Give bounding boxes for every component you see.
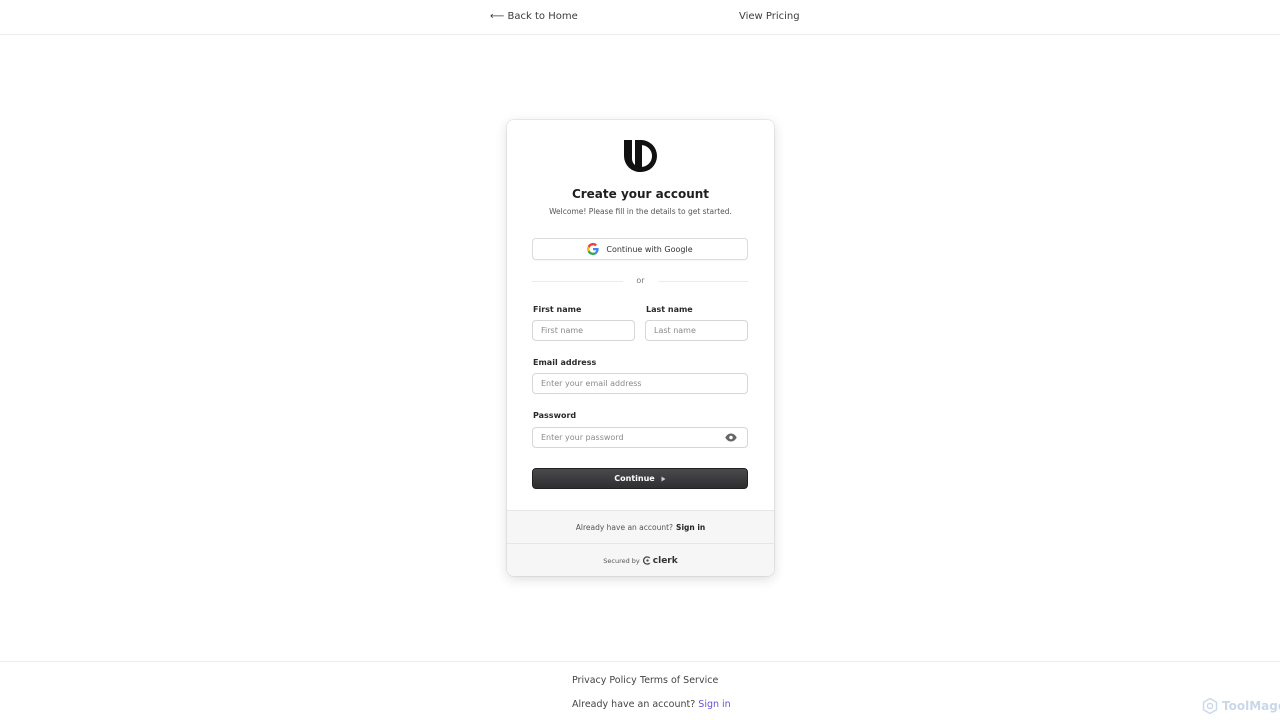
password-label: Password xyxy=(533,411,577,420)
terms-of-service-link[interactable]: Terms of Service xyxy=(640,675,718,686)
clerk-wordmark: clerk xyxy=(652,555,678,566)
eye-icon[interactable] xyxy=(725,433,737,442)
watermark: ToolMage xyxy=(1202,698,1280,714)
brand-logo-icon xyxy=(624,140,657,172)
signup-card: Create your account Welcome! Please fill… xyxy=(507,120,774,576)
footer-signin-prompt: Already have an account? Sign in xyxy=(572,699,731,710)
password-field[interactable] xyxy=(532,427,748,448)
back-to-home-link[interactable]: ⟵ Back to Home xyxy=(490,11,578,22)
clerk-icon xyxy=(642,556,650,565)
privacy-policy-link[interactable]: Privacy Policy xyxy=(572,675,637,686)
page-title: Create your account xyxy=(571,187,710,201)
signin-prompt: Already have an account? Sign in xyxy=(507,511,774,544)
caret-right-icon xyxy=(661,476,666,481)
google-button-label: Continue with Google xyxy=(606,244,693,254)
google-icon xyxy=(587,243,599,255)
page-footer: Privacy Policy Terms of Service Already … xyxy=(0,661,1280,720)
continue-button[interactable]: Continue xyxy=(532,468,748,489)
last-name-field[interactable] xyxy=(645,320,748,341)
card-signin-link[interactable]: Sign in xyxy=(676,523,705,532)
footer-signin-question: Already have an account? xyxy=(572,699,696,710)
first-name-field[interactable] xyxy=(532,320,635,341)
watermark-gear-icon xyxy=(1202,698,1218,714)
signin-question: Already have an account? xyxy=(575,522,674,532)
secured-by-label: Secured by xyxy=(603,556,640,565)
continue-with-google-button[interactable]: Continue with Google xyxy=(532,238,748,260)
top-navigation-bar: ⟵ Back to Home View Pricing xyxy=(0,0,1280,35)
watermark-text: ToolMage xyxy=(1222,699,1280,713)
secured-by: Secured by clerk xyxy=(507,544,774,576)
last-name-label: Last name xyxy=(646,305,693,314)
first-name-label: First name xyxy=(533,305,582,314)
footer-signin-link[interactable]: Sign in xyxy=(698,699,730,710)
clerk-logo[interactable]: clerk xyxy=(642,555,678,566)
email-field[interactable] xyxy=(532,373,748,394)
card-footer: Already have an account? Sign in Secured… xyxy=(507,510,774,576)
page-subtitle: Welcome! Please fill in the details to g… xyxy=(549,207,732,216)
view-pricing-link[interactable]: View Pricing xyxy=(739,11,800,22)
continue-button-label: Continue xyxy=(614,474,655,483)
divider-right xyxy=(658,281,748,282)
email-label: Email address xyxy=(533,358,597,367)
